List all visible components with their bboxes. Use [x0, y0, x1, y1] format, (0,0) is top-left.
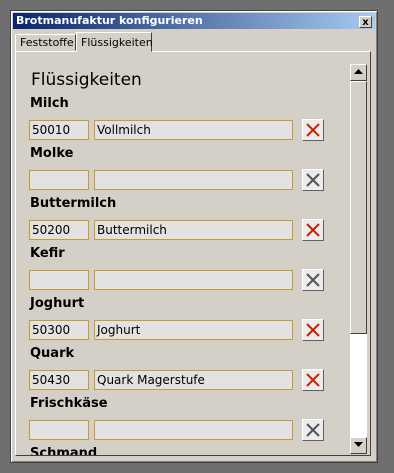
article-name-field[interactable]: Buttermilch — [94, 220, 293, 240]
scroll-up-button[interactable] — [350, 64, 367, 81]
article-code-field[interactable]: 50430 — [29, 370, 89, 390]
gray-x-icon — [306, 273, 320, 287]
ingredient-row: Molke — [16, 146, 350, 196]
scroll-content: Flüssigkeiten Milch 50010 Vollmilch Molke Bu… — [16, 52, 350, 455]
ingredient-label: Quark — [30, 346, 75, 361]
ingredient-row: Kefir — [16, 246, 350, 296]
red-x-icon — [306, 323, 320, 337]
tab-feststoffe[interactable]: Feststoffe — [15, 34, 76, 51]
article-code-field[interactable]: 50010 — [29, 120, 89, 140]
scroll-down-button[interactable] — [350, 437, 367, 454]
close-icon: x — [362, 17, 369, 28]
tab-panel: Flüssigkeiten Milch 50010 Vollmilch Molke Bu… — [15, 51, 371, 456]
article-name-field[interactable] — [94, 420, 293, 440]
ingredient-row: Milch 50010 Vollmilch — [16, 96, 350, 146]
article-code-field[interactable] — [29, 170, 89, 190]
article-name-field[interactable]: Vollmilch — [94, 120, 293, 140]
title-bar[interactable]: Brotmanufaktur konfigurieren x — [13, 13, 375, 29]
ingredient-label: Joghurt — [30, 296, 85, 311]
delete-button[interactable] — [302, 269, 324, 291]
scroll-thumb[interactable] — [350, 81, 367, 334]
ingredient-row: Frischkäse — [16, 396, 350, 446]
delete-button[interactable] — [302, 119, 324, 141]
article-name-field[interactable]: Joghurt — [94, 320, 293, 340]
ingredient-row: Buttermilch 50200 Buttermilch — [16, 196, 350, 246]
arrow-up-icon — [354, 69, 363, 74]
article-code-field[interactable]: 50200 — [29, 220, 89, 240]
arrow-down-icon — [354, 442, 363, 447]
delete-button[interactable] — [302, 369, 324, 391]
ingredient-row: Quark 50430 Quark Magerstufe — [16, 346, 350, 396]
config-dialog: Brotmanufaktur konfigurieren x Feststoff… — [10, 10, 378, 463]
article-name-field[interactable] — [94, 270, 293, 290]
gray-x-icon — [306, 423, 320, 437]
ingredient-label: Frischkäse — [30, 396, 108, 411]
delete-button[interactable] — [302, 319, 324, 341]
ingredient-label: Buttermilch — [30, 196, 117, 211]
red-x-icon — [306, 123, 320, 137]
delete-button[interactable] — [302, 419, 324, 441]
ingredient-label: Kefir — [30, 246, 65, 261]
gray-x-icon — [306, 173, 320, 187]
ingredient-row: Schmand — [16, 446, 350, 455]
vertical-scrollbar[interactable] — [350, 64, 367, 454]
ingredient-label: Molke — [30, 146, 74, 161]
red-x-icon — [306, 223, 320, 237]
article-code-field[interactable] — [29, 270, 89, 290]
article-name-field[interactable]: Quark Magerstufe — [94, 370, 293, 390]
close-button[interactable]: x — [359, 16, 372, 28]
article-code-field[interactable]: 50300 — [29, 320, 89, 340]
tab-fluessigkeiten[interactable]: Flüssigkeiten — [76, 32, 153, 52]
article-name-field[interactable] — [94, 170, 293, 190]
ingredient-label: Milch — [30, 96, 69, 111]
section-title: Flüssigkeiten — [31, 70, 142, 90]
delete-button[interactable] — [302, 219, 324, 241]
ingredient-row: Joghurt 50300 Joghurt — [16, 296, 350, 346]
red-x-icon — [306, 373, 320, 387]
article-code-field[interactable] — [29, 420, 89, 440]
ingredient-label: Schmand — [30, 446, 98, 455]
delete-button[interactable] — [302, 169, 324, 191]
window-title: Brotmanufaktur konfigurieren — [16, 14, 203, 27]
